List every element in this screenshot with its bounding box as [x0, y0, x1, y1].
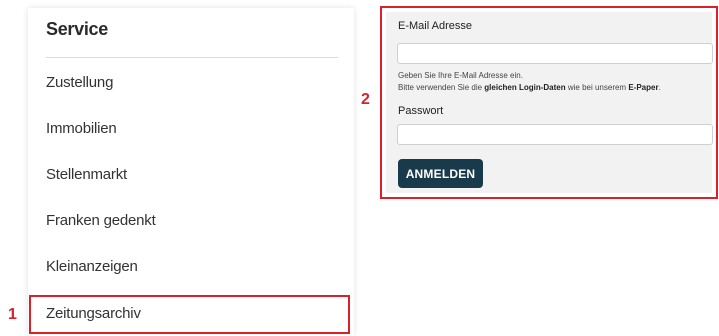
email-label: E-Mail Adresse	[398, 20, 472, 32]
menu-item-franken-gedenkt[interactable]: Franken gedenkt	[46, 212, 156, 229]
annotation-marker-2: 2	[361, 91, 370, 108]
email-input[interactable]	[397, 43, 713, 64]
login-form: E-Mail Adresse Geben Sie Ihre E-Mail Adr…	[386, 12, 713, 193]
login-form-highlight: E-Mail Adresse Geben Sie Ihre E-Mail Adr…	[380, 6, 718, 199]
password-input[interactable]	[397, 124, 713, 145]
menu-item-zustellung[interactable]: Zustellung	[46, 74, 113, 91]
annotation-marker-1: 1	[8, 306, 17, 323]
service-menu: Service Zustellung Immobilien Stellenmar…	[28, 8, 354, 336]
service-menu-title: Service	[46, 19, 108, 39]
password-label: Passwort	[398, 105, 444, 117]
email-hint: Geben Sie Ihre E-Mail Adresse ein.	[398, 71, 523, 80]
menu-divider	[46, 57, 338, 58]
menu-item-immobilien[interactable]: Immobilien	[46, 120, 117, 137]
login-button[interactable]: ANMELDEN	[398, 159, 483, 188]
login-data-hint: Bitte verwenden Sie die gleichen Login-D…	[398, 83, 661, 92]
menu-item-kleinanzeigen[interactable]: Kleinanzeigen	[46, 258, 138, 275]
highlight-zeitungsarchiv	[29, 295, 350, 334]
menu-item-stellenmarkt[interactable]: Stellenmarkt	[46, 166, 127, 183]
